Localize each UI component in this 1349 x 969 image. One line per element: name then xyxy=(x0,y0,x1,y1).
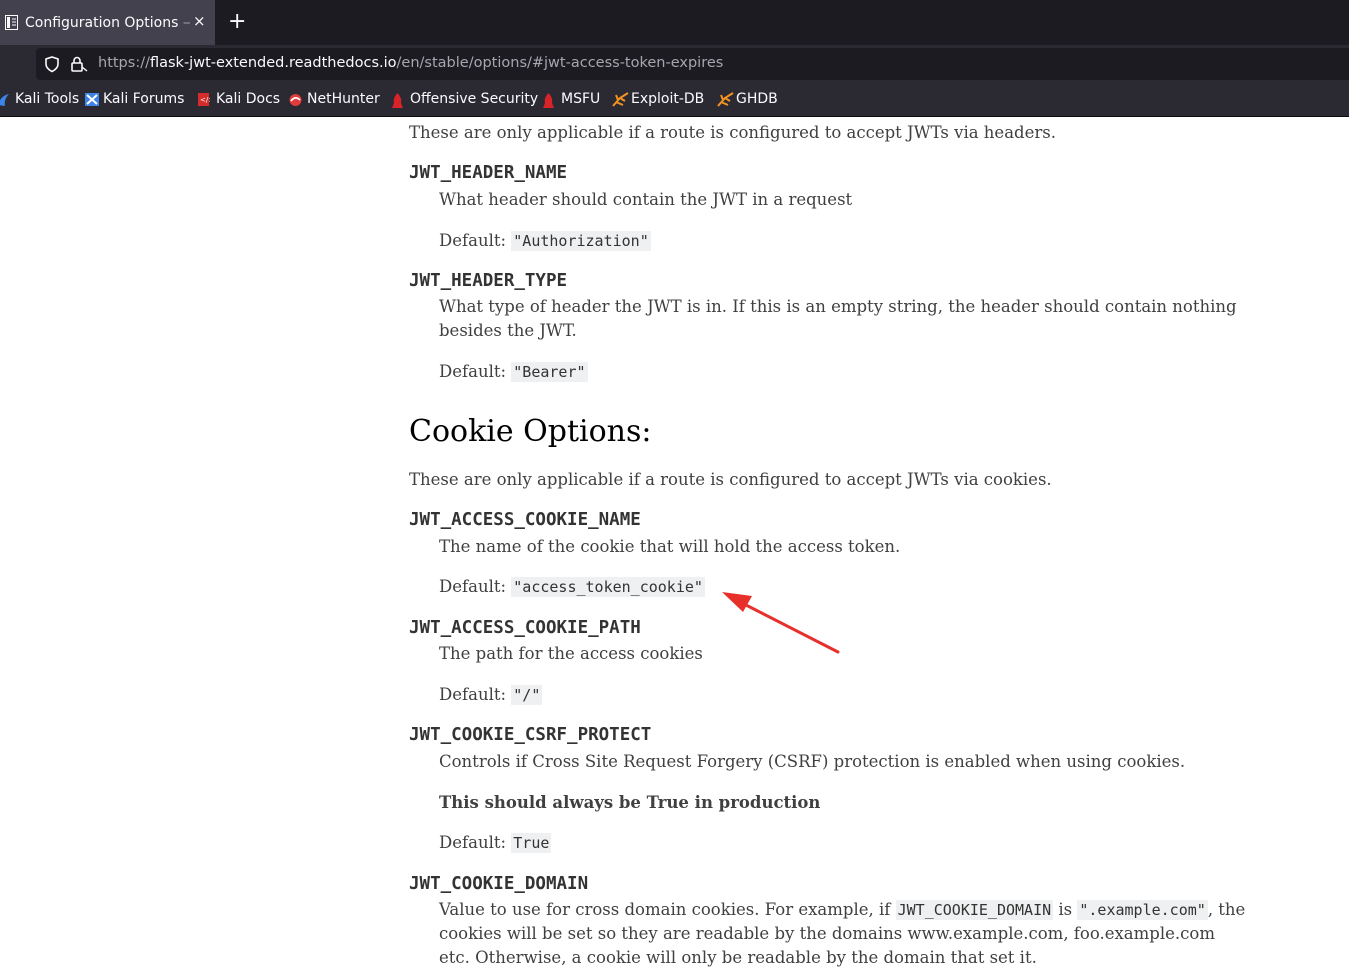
option-name-jwt-cookie-csrf-protect: JWT_COOKIE_CSRF_PROTECT xyxy=(409,725,652,745)
description-text: , the xyxy=(1207,900,1246,919)
kali-dragon-icon xyxy=(0,92,10,107)
bookmark-exploit-db[interactable]: Exploit-DB xyxy=(612,91,704,107)
option-default: Default: "/" xyxy=(439,685,543,705)
bookmark-nethunter[interactable]: NetHunter xyxy=(288,91,380,107)
exploit-db-icon xyxy=(612,91,629,107)
default-label: Default: xyxy=(439,577,507,596)
option-default: Default: "access_token_cookie" xyxy=(439,577,705,597)
option-name-jwt-access-cookie-path: JWT_ACCESS_COOKIE_PATH xyxy=(409,618,641,638)
bookmark-label: GHDB xyxy=(736,91,778,107)
nethunter-icon xyxy=(288,92,302,107)
option-description: The path for the access cookies xyxy=(439,644,703,663)
inline-code: JWT_COOKIE_DOMAIN xyxy=(895,900,1054,920)
bookmark-kali-forums[interactable]: Kali Forums xyxy=(84,91,184,107)
close-tab-icon[interactable]: × xyxy=(193,12,206,30)
svg-text:</>: </> xyxy=(200,96,210,104)
option-description-line: Value to use for cross domain cookies. F… xyxy=(439,900,1246,920)
option-note: This should always be True in production xyxy=(439,793,821,812)
bookmark-label: MSFU xyxy=(561,91,601,107)
cookie-options-intro: These are only applicable if a route is … xyxy=(409,470,1052,489)
default-value: "access_token_cookie" xyxy=(511,577,705,597)
default-label: Default: xyxy=(439,231,507,250)
navigation-bar: https://flask-jwt-extended.readthedocs.i… xyxy=(0,45,1349,83)
option-default: Default: "Bearer" xyxy=(439,362,588,382)
option-default: Default: True xyxy=(439,833,552,853)
bookmark-label: Exploit-DB xyxy=(631,91,705,107)
description-text: Value to use for cross domain cookies. F… xyxy=(439,900,896,919)
active-tab[interactable]: Configuration Options — × xyxy=(0,0,215,45)
option-description: What header should contain the JWT in a … xyxy=(439,190,853,209)
tab-title-suffix: — xyxy=(178,15,190,31)
ghdb-icon xyxy=(717,91,734,107)
document-favicon-icon xyxy=(5,15,18,30)
url-path: /en/stable/options/#jwt-access-token-exp… xyxy=(396,55,724,71)
bookmark-kali-docs[interactable]: </> Kali Docs xyxy=(197,91,280,107)
new-tab-button[interactable]: + xyxy=(228,8,246,36)
msfu-icon xyxy=(542,92,556,108)
option-description-line: What type of header the JWT is in. If th… xyxy=(439,297,1237,316)
url-text[interactable]: https://flask-jwt-extended.readthedocs.i… xyxy=(98,55,723,71)
description-text: is xyxy=(1053,900,1078,919)
bookmark-label: Offensive Security xyxy=(410,91,539,107)
bookmark-label: Kali Forums xyxy=(103,91,185,107)
bookmark-label: Kali Tools xyxy=(15,91,80,107)
kali-forums-icon xyxy=(84,92,99,107)
url-bar[interactable]: https://flask-jwt-extended.readthedocs.i… xyxy=(36,48,1349,80)
default-label: Default: xyxy=(439,362,507,381)
default-value: True xyxy=(511,833,552,853)
option-name-jwt-access-cookie-name: JWT_ACCESS_COOKIE_NAME xyxy=(409,510,641,530)
option-description-line: besides the JWT. xyxy=(439,321,577,340)
tab-title: Configuration Options xyxy=(25,14,179,31)
tracking-protection-shield-icon[interactable] xyxy=(43,55,61,77)
bookmark-offensive-security[interactable]: Offensive Security xyxy=(391,91,539,108)
url-host: flask-jwt-extended.readthedocs.io xyxy=(149,55,397,71)
bookmarks-toolbar: Kali Tools Kali Forums </> Kali Docs Net… xyxy=(0,83,1349,117)
page-content: These are only applicable if a route is … xyxy=(0,117,1349,969)
inline-code: ".example.com" xyxy=(1077,900,1208,920)
default-value: "/" xyxy=(511,685,543,705)
default-value: "Bearer" xyxy=(511,362,588,382)
bookmark-msfu[interactable]: MSFU xyxy=(542,91,601,108)
lock-icon[interactable] xyxy=(69,55,89,77)
option-name-jwt-header-name: JWT_HEADER_NAME xyxy=(409,163,568,183)
header-options-intro: These are only applicable if a route is … xyxy=(409,123,1056,142)
option-description-line: etc. Otherwise, a cookie will only be re… xyxy=(439,948,1037,967)
bookmark-kali-tools[interactable]: Kali Tools xyxy=(0,91,79,107)
default-label: Default: xyxy=(439,685,507,704)
section-heading-cookie-options: Cookie Options: xyxy=(409,414,652,449)
option-name-jwt-header-type: JWT_HEADER_TYPE xyxy=(409,271,568,291)
default-label: Default: xyxy=(439,833,507,852)
option-name-jwt-cookie-domain: JWT_COOKIE_DOMAIN xyxy=(409,874,589,894)
url-scheme: https:// xyxy=(98,55,150,71)
bookmark-label: NetHunter xyxy=(307,91,380,107)
option-default: Default: "Authorization" xyxy=(439,231,651,251)
option-description: Controls if Cross Site Request Forgery (… xyxy=(439,752,1186,771)
offsec-icon xyxy=(391,92,405,108)
option-description-line: cookies will be set so they are readable… xyxy=(439,924,1215,943)
option-description: The name of the cookie that will hold th… xyxy=(439,537,901,556)
kali-docs-icon: </> xyxy=(197,92,214,107)
default-value: "Authorization" xyxy=(511,231,651,251)
bookmark-ghdb[interactable]: GHDB xyxy=(717,91,778,107)
tab-bar: Configuration Options — × + xyxy=(0,0,1349,45)
bookmark-label: Kali Docs xyxy=(216,91,281,107)
